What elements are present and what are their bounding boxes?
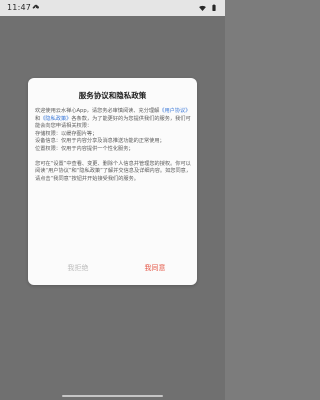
privacy-policy-link[interactable]: 《隐私政策》 <box>40 116 71 122</box>
dialog-title: 服务协议和隐私政策 <box>78 91 147 100</box>
battery-icon <box>212 4 216 12</box>
dialog-actions: 我拒绝 我同意 <box>28 261 197 275</box>
home-gesture-bar[interactable] <box>62 395 163 397</box>
dialog-content: 欢迎使用云水禅心App，请您务必审慎阅读、充分理解《用户协议》和《隐私政策》各条… <box>35 108 191 183</box>
intro-paragraph: 欢迎使用云水禅心App，请您务必审慎阅读、充分理解《用户协议》和《隐私政策》各条… <box>35 108 191 131</box>
status-time: 11:47 <box>7 3 32 12</box>
user-agreement-link[interactable]: 《用户协议》 <box>159 108 190 114</box>
intro-text-part-1: 欢迎使用云水禅心App，请您务必审慎阅读、充分理解 <box>35 108 160 114</box>
device-info-permission-text: 设备信息：仅用于内容分享及消息推送功能的正常使用； <box>35 138 165 145</box>
cloud-download-icon <box>32 4 39 10</box>
agree-button[interactable]: 我同意 <box>125 261 185 275</box>
manage-authorization-text: 您可在“设置”中查看、变更、删除个人信息并管理您的授权。你可以阅读“用户协议”和… <box>35 160 192 182</box>
location-permission-text: 位置权限：仅用于内容提供一个性化服务； <box>35 145 134 152</box>
status-bar: 11:47 <box>0 0 225 16</box>
privacy-dialog: 服务协议和隐私政策 欢迎使用云水禅心App，请您务必审慎阅读、充分理解《用户协议… <box>28 78 197 285</box>
reject-button[interactable]: 我拒绝 <box>48 261 108 275</box>
wifi-icon <box>199 5 206 11</box>
